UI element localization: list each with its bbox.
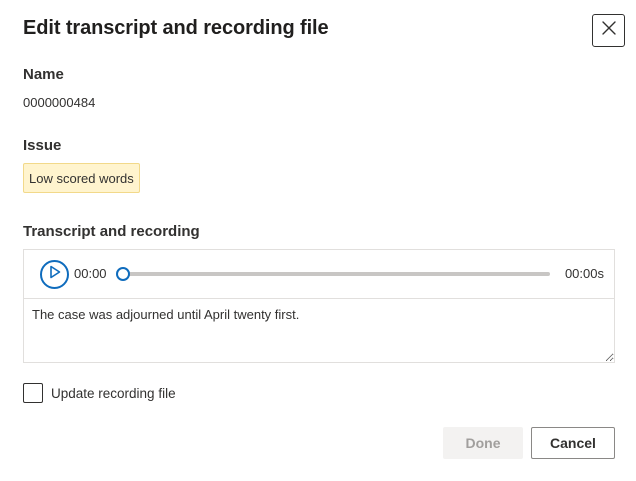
progress-track[interactable] xyxy=(122,272,550,276)
transcript-recording-box: 00:00 00:00s xyxy=(23,249,615,363)
name-value: 0000000484 xyxy=(23,95,96,110)
cancel-button[interactable]: Cancel xyxy=(531,427,615,459)
current-time: 00:00 xyxy=(74,266,107,281)
close-button[interactable] xyxy=(592,14,625,47)
done-button[interactable]: Done xyxy=(443,427,523,459)
total-time: 00:00s xyxy=(564,266,604,281)
issue-badge: Low scored words xyxy=(23,163,140,193)
edit-transcript-dialog: Edit transcript and recording file Name … xyxy=(0,0,636,481)
audio-player: 00:00 00:00s xyxy=(24,250,614,299)
update-recording-checkbox[interactable] xyxy=(23,383,43,403)
update-recording-checkbox-row[interactable]: Update recording file xyxy=(23,383,176,403)
issue-label: Issue xyxy=(23,137,62,154)
transcript-textarea[interactable] xyxy=(24,299,614,362)
close-icon xyxy=(601,20,617,41)
transcript-recording-label: Transcript and recording xyxy=(23,223,200,240)
name-label: Name xyxy=(23,66,64,83)
update-recording-label: Update recording file xyxy=(51,385,176,401)
play-button[interactable] xyxy=(40,260,69,289)
dialog-title: Edit transcript and recording file xyxy=(23,17,329,39)
seek-slider-thumb[interactable] xyxy=(116,267,130,281)
play-icon xyxy=(49,265,61,284)
